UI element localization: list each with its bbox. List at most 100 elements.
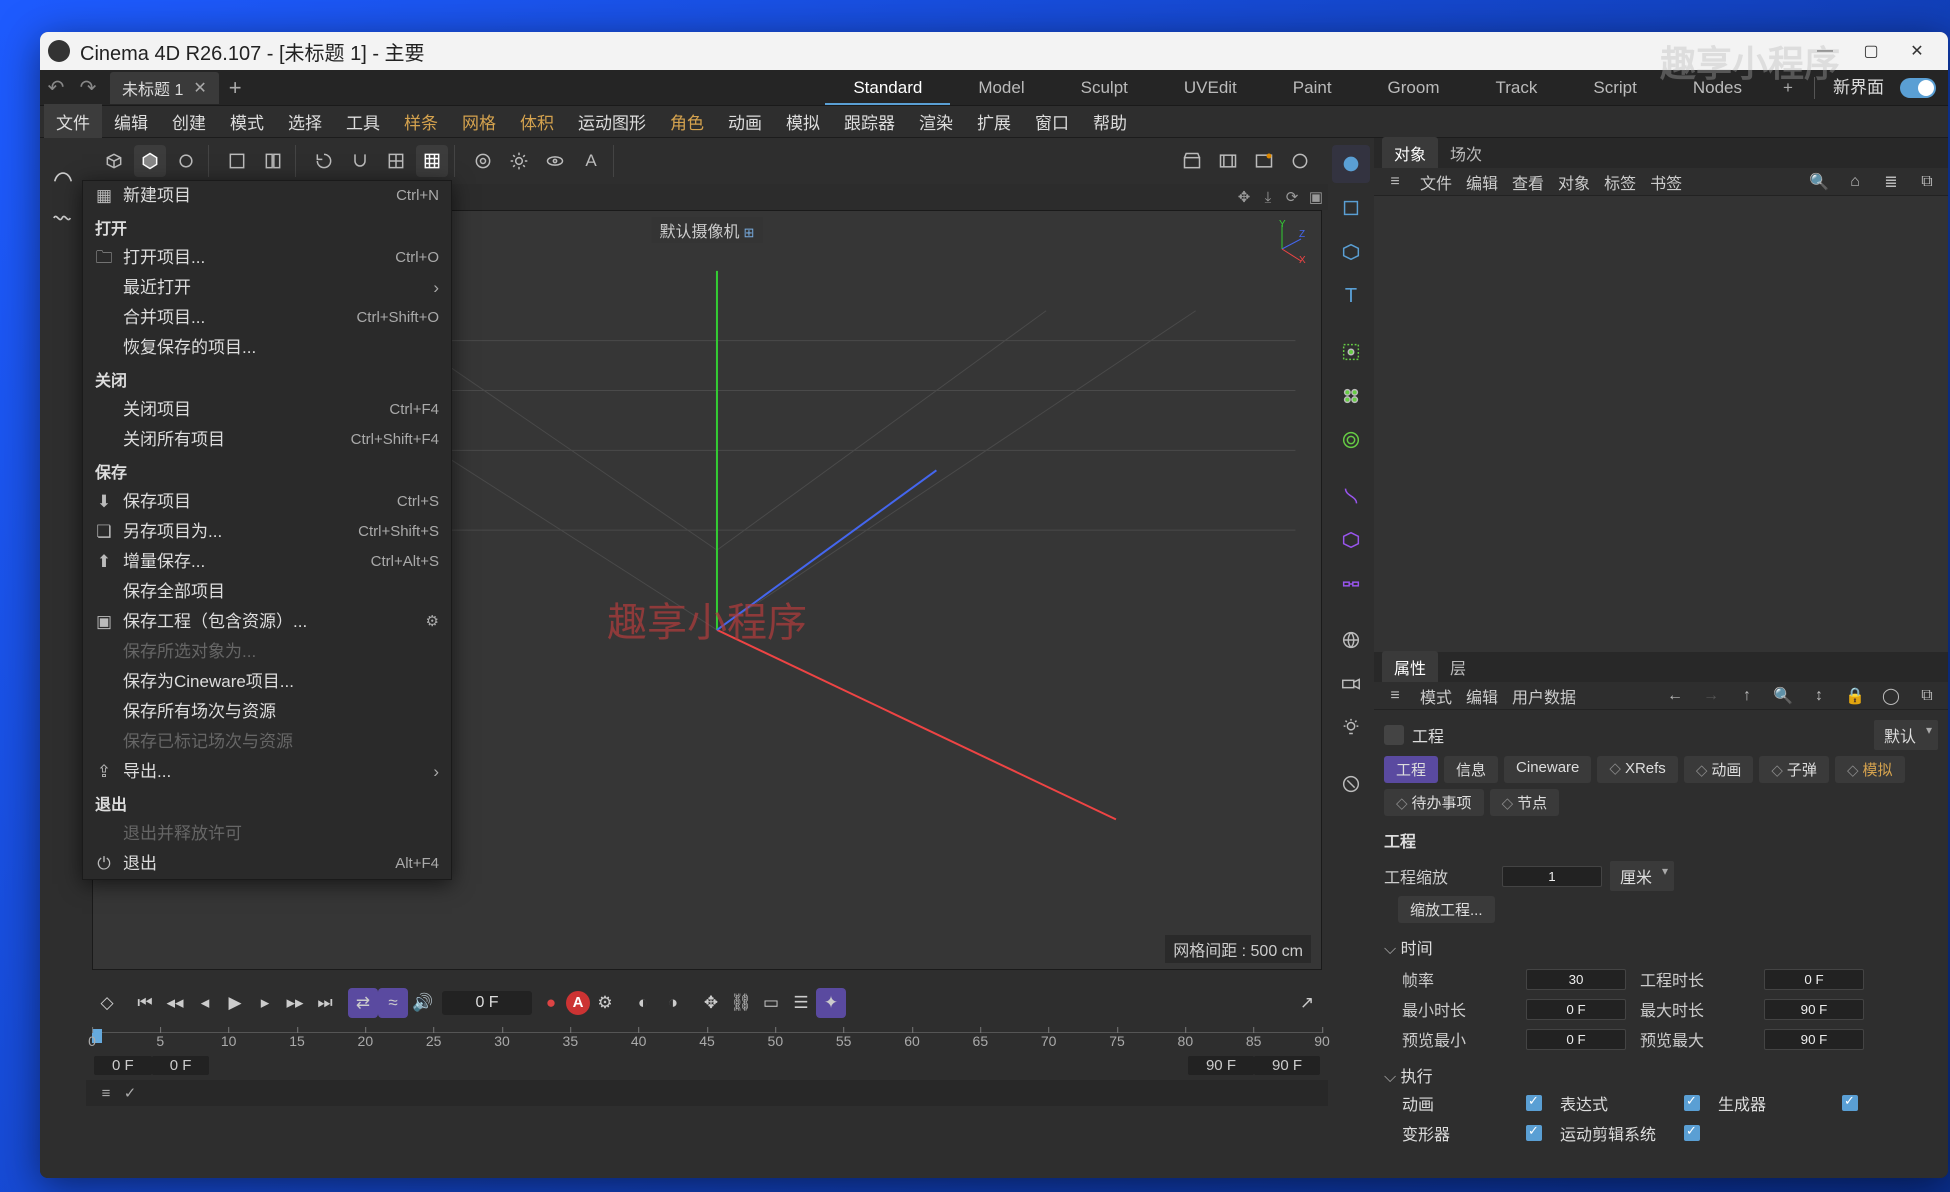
attr-menu-icon[interactable]: ≡ [1384, 687, 1406, 705]
menu-char[interactable]: 角色 [658, 104, 716, 139]
mi-save-inc[interactable]: ⬆增量保存...Ctrl+Alt+S [83, 547, 451, 577]
menu-window[interactable]: 窗口 [1023, 104, 1081, 139]
rs-effector-icon[interactable] [1332, 421, 1370, 459]
menu-create[interactable]: 创建 [160, 104, 218, 139]
add-layout-button[interactable]: + [1770, 70, 1806, 105]
sound-icon[interactable]: 🔊 [408, 988, 438, 1018]
tb-layout-icon[interactable] [257, 145, 289, 177]
popout-icon[interactable]: ⧉ [1916, 173, 1938, 191]
menu-select[interactable]: 选择 [276, 104, 334, 139]
go-end-icon[interactable]: ⏭ [310, 988, 340, 1018]
zoom-icon[interactable]: ⤓ [1256, 189, 1280, 206]
tb-cube-icon[interactable] [98, 145, 130, 177]
new-ui-toggle[interactable] [1900, 78, 1936, 98]
close-button[interactable]: ✕ [1894, 33, 1940, 69]
menu-file[interactable]: 文件 [44, 104, 102, 139]
exec-def-check[interactable] [1526, 1125, 1542, 1141]
mi-close[interactable]: 关闭项目Ctrl+F4 [83, 395, 451, 425]
autokey-icon[interactable]: A [566, 991, 590, 1015]
range-start-a[interactable]: 0 F [94, 1056, 152, 1075]
rs-world-icon[interactable] [1332, 621, 1370, 659]
new-tab-button[interactable]: + [229, 75, 242, 101]
attr-popout-icon[interactable]: ⧉ [1916, 687, 1938, 705]
timeline-ruler[interactable]: 051015202530354045505560657075808590 0 F… [92, 1032, 1322, 1076]
key-param-icon[interactable]: ☰ [786, 988, 816, 1018]
mi-new[interactable]: ▦新建项目Ctrl+N [83, 181, 451, 211]
minimize-button[interactable]: — [1802, 33, 1848, 69]
mi-save[interactable]: ⬇保存项目Ctrl+S [83, 487, 451, 517]
max-input[interactable] [1764, 999, 1864, 1020]
next-frame-icon[interactable]: ▸ [250, 988, 280, 1018]
tab-objects[interactable]: 对象 [1382, 137, 1438, 169]
menu-mode[interactable]: 模式 [218, 104, 276, 139]
key-all-icon[interactable]: ✦ [816, 988, 846, 1018]
current-frame-field[interactable]: 0 F [442, 991, 532, 1015]
tab-takes[interactable]: 场次 [1438, 137, 1494, 169]
tb-movie-icon[interactable] [1212, 145, 1244, 177]
attrmenu-user[interactable]: 用户数据 [1512, 684, 1576, 708]
rs-field-icon[interactable] [1332, 333, 1370, 371]
tool-wave[interactable] [43, 198, 83, 238]
chip-info[interactable]: 信息 [1444, 756, 1498, 783]
min-input[interactable] [1526, 999, 1626, 1020]
maximize-button[interactable]: ▢ [1848, 33, 1894, 69]
rs-cloner-icon[interactable] [1332, 377, 1370, 415]
rs-scene-icon[interactable] [1332, 521, 1370, 559]
tb-reset-icon[interactable] [308, 145, 340, 177]
menu-ext[interactable]: 扩展 [965, 104, 1023, 139]
menu-edit[interactable]: 编辑 [102, 104, 160, 139]
attr-search-icon[interactable]: 🔍 [1772, 686, 1794, 706]
pmin-input[interactable] [1526, 1029, 1626, 1050]
pan-icon[interactable]: ✥ [1232, 188, 1256, 206]
mi-save-cineware[interactable]: 保存为Cineware项目... [83, 667, 451, 697]
mi-revert[interactable]: 恢复保存的项目... [83, 333, 451, 363]
pin-icon[interactable]: ↕ [1808, 687, 1830, 705]
fps-input[interactable] [1526, 969, 1626, 990]
key-link-icon[interactable]: ⛓ [726, 988, 756, 1018]
chip-bullet[interactable]: ◇子弹 [1759, 756, 1829, 783]
range-end-a[interactable]: 90 F [1188, 1056, 1254, 1075]
menu-tracker[interactable]: 跟踪器 [832, 104, 907, 139]
menu-anim[interactable]: 动画 [716, 104, 774, 139]
document-tab[interactable]: 未标题 1 ✕ [110, 72, 219, 104]
object-list[interactable] [1374, 196, 1948, 652]
prev-frame-icon[interactable]: ◂ [190, 988, 220, 1018]
go-start-icon[interactable]: ⏮ [130, 988, 160, 1018]
tb-magnet-icon[interactable] [344, 145, 376, 177]
tb-view-icon[interactable] [539, 145, 571, 177]
tb-settings-icon[interactable] [503, 145, 535, 177]
objmenu-file[interactable]: 文件 [1420, 170, 1452, 194]
rs-plane-icon[interactable] [1332, 189, 1370, 227]
up-icon[interactable]: ↑ [1736, 687, 1758, 705]
layout-tab-nodes[interactable]: Nodes [1665, 70, 1770, 105]
menu-mograph[interactable]: 运动图形 [566, 104, 658, 139]
tb-grid-icon[interactable] [380, 145, 412, 177]
pmax-input[interactable] [1764, 1029, 1864, 1050]
tb-text-icon[interactable]: A [575, 145, 607, 177]
menu-help[interactable]: 帮助 [1081, 104, 1139, 139]
mi-save-as[interactable]: ❏另存项目为...Ctrl+Shift+S [83, 517, 451, 547]
layout-tab-groom[interactable]: Groom [1360, 70, 1468, 105]
record-icon[interactable]: ● [536, 988, 566, 1018]
back-icon[interactable]: ← [1664, 687, 1686, 705]
mi-export[interactable]: ⇪导出...› [83, 757, 451, 787]
section-exec-head[interactable]: 执行 [1384, 1059, 1938, 1091]
key-pos-icon[interactable]: ◐ [628, 988, 658, 1018]
tb-render-queue-icon[interactable] [1248, 145, 1280, 177]
rs-sphere-icon[interactable] [1332, 145, 1370, 183]
attrmenu-mode[interactable]: 模式 [1420, 684, 1452, 708]
objmenu-obj[interactable]: 对象 [1558, 170, 1590, 194]
maximize-icon[interactable]: ▣ [1304, 188, 1328, 206]
exec-anim-check[interactable] [1526, 1095, 1542, 1111]
panel-menu-icon[interactable]: ≡ [1384, 173, 1406, 191]
rs-material-icon[interactable] [1332, 765, 1370, 803]
status-check-icon[interactable]: ✓ [118, 1084, 142, 1102]
preset-dropdown[interactable]: 默认 [1874, 720, 1938, 750]
key-rot-icon[interactable]: ◑ [658, 988, 688, 1018]
scale-unit-dropdown[interactable]: 厘米 [1610, 861, 1674, 891]
lock-icon[interactable]: 🔒 [1844, 686, 1866, 706]
filter-icon[interactable]: ≣ [1880, 172, 1902, 192]
mi-quit[interactable]: ⏻退出Alt+F4 [83, 849, 451, 879]
layout-tab-model[interactable]: Model [950, 70, 1052, 105]
home-icon[interactable]: ⌂ [1844, 173, 1866, 191]
